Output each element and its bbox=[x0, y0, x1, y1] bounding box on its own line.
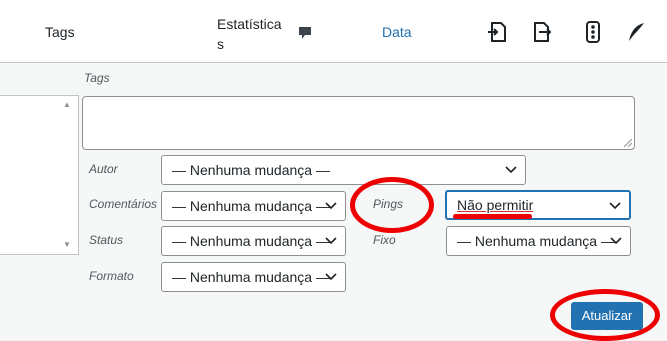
export-page-icon[interactable] bbox=[530, 20, 554, 44]
comments-label: Comentários bbox=[89, 197, 158, 211]
scroll-up-arrow-icon[interactable]: ▲ bbox=[63, 100, 71, 109]
author-select-value: — Nenhuma mudança — bbox=[172, 162, 330, 178]
column-header-stats[interactable]: Estatísticas bbox=[217, 14, 287, 54]
scroll-down-arrow-icon[interactable]: ▼ bbox=[63, 240, 71, 249]
author-label: Autor bbox=[89, 162, 118, 176]
format-select-value: — Nenhuma mudança — bbox=[172, 269, 330, 285]
tags-textarea[interactable] bbox=[82, 96, 635, 150]
status-select-value: — Nenhuma mudança — bbox=[172, 233, 330, 249]
author-select[interactable]: — Nenhuma mudança — bbox=[161, 155, 526, 185]
format-select[interactable]: — Nenhuma mudança — bbox=[161, 262, 346, 292]
sticky-label: Fixo bbox=[373, 233, 396, 247]
chevron-down-icon bbox=[505, 166, 517, 174]
post-title-list[interactable] bbox=[0, 95, 79, 255]
column-header-tags[interactable]: Tags bbox=[45, 24, 75, 40]
status-select[interactable]: — Nenhuma mudança — bbox=[161, 226, 346, 256]
pings-select-value: Não permitir bbox=[457, 197, 534, 213]
feather-icon[interactable] bbox=[624, 20, 648, 44]
annotation-circle-update bbox=[550, 289, 660, 341]
chevron-down-icon bbox=[609, 202, 621, 210]
import-page-icon[interactable] bbox=[486, 20, 510, 44]
status-label: Status bbox=[89, 233, 124, 247]
annotation-underline bbox=[453, 214, 532, 219]
comments-select[interactable]: — Nenhuma mudança — bbox=[161, 191, 346, 221]
table-header-row: Tags Estatísticas Data bbox=[0, 0, 667, 63]
sticky-select-value: — Nenhuma mudança — bbox=[457, 233, 615, 249]
traffic-light-icon[interactable] bbox=[581, 20, 605, 44]
chevron-down-icon bbox=[325, 202, 337, 210]
chevron-down-icon bbox=[325, 237, 337, 245]
chevron-down-icon bbox=[325, 273, 337, 281]
chevron-down-icon bbox=[610, 237, 622, 245]
comment-bubble-icon bbox=[299, 27, 311, 39]
annotation-circle-pings bbox=[350, 177, 434, 233]
tags-field-label: Tags bbox=[84, 71, 110, 85]
format-label: Formato bbox=[89, 269, 134, 283]
resize-handle-icon[interactable] bbox=[624, 139, 632, 147]
column-header-date[interactable]: Data bbox=[382, 24, 412, 40]
comments-select-value: — Nenhuma mudança — bbox=[172, 198, 330, 214]
sticky-select[interactable]: — Nenhuma mudança — bbox=[446, 226, 631, 256]
